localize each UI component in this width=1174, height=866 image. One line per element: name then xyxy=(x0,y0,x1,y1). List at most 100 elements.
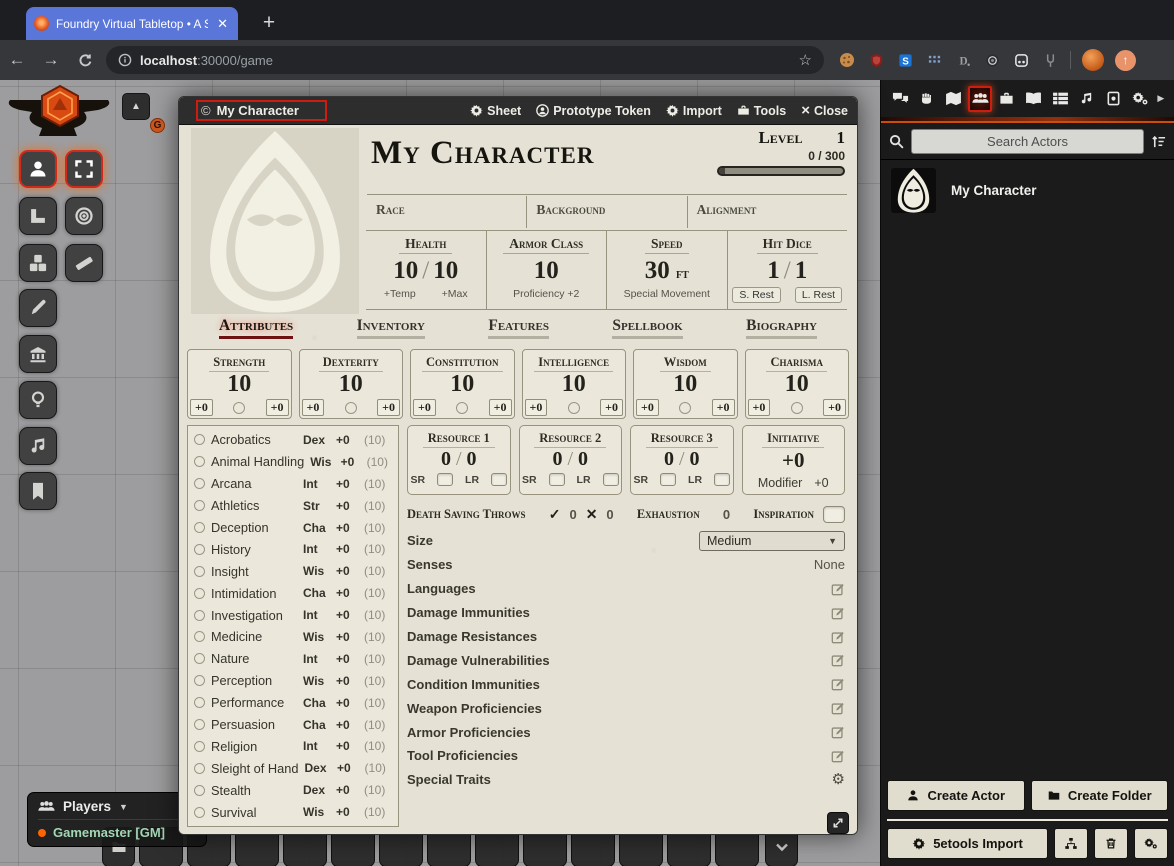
size-select[interactable]: Medium▼ xyxy=(699,531,845,551)
ability-check-mod[interactable]: +0 xyxy=(266,399,289,416)
journal-tab[interactable] xyxy=(1021,86,1045,112)
skill-row[interactable]: Acrobatics Dex +0 (10) xyxy=(194,429,392,451)
skill-name[interactable]: Deception xyxy=(211,520,297,535)
skill-row[interactable]: Perception Wis +0 (10) xyxy=(194,670,392,692)
window-header[interactable]: © My Character Sheet Prototype Token Imp… xyxy=(179,97,857,125)
skill-proficiency-radio[interactable] xyxy=(194,478,205,489)
hp-tempmax-label[interactable]: +Max xyxy=(442,288,468,300)
skill-row[interactable]: Performance Cha +0 (10) xyxy=(194,692,392,714)
ability-score[interactable]: 10 xyxy=(300,372,403,396)
resource-max[interactable]: 0 xyxy=(690,448,700,470)
skill-proficiency-radio[interactable] xyxy=(194,456,205,467)
resource-current[interactable]: 0 xyxy=(441,448,451,470)
skill-row[interactable]: Religion Int +0 (10) xyxy=(194,735,392,757)
ability-save-mod[interactable]: +0 xyxy=(525,399,548,416)
level-value[interactable]: 1 xyxy=(837,128,846,148)
skill-row[interactable]: Sleight of Hand Dex +0 (10) xyxy=(194,757,392,779)
hp-temp-label[interactable]: +Temp xyxy=(384,288,416,300)
actor-name[interactable]: My Character xyxy=(951,183,1037,198)
profile-avatar[interactable] xyxy=(1082,49,1104,71)
select-targets-tool[interactable] xyxy=(65,150,103,188)
special-movement-link[interactable]: Special Movement xyxy=(607,288,727,300)
alignment-field[interactable]: Alignment xyxy=(688,196,847,228)
character-name[interactable]: My Character xyxy=(371,135,594,172)
url-bar[interactable]: localhost:30000/game ☆ xyxy=(106,46,824,74)
resource-current[interactable]: 0 xyxy=(552,448,562,470)
proficiency-radio[interactable] xyxy=(456,402,468,414)
skill-proficiency-radio[interactable] xyxy=(194,697,205,708)
compendium-tab[interactable] xyxy=(1102,86,1126,112)
grid-dots-icon[interactable] xyxy=(925,51,943,69)
5etools-import-button[interactable]: 5etools Import xyxy=(887,828,1048,859)
player-row[interactable]: Gamemaster [GM] xyxy=(38,825,196,840)
skill-name[interactable]: Acrobatics xyxy=(211,432,297,447)
death-successes[interactable]: 0 xyxy=(569,507,576,522)
browser-tab[interactable]: Foundry Virtual Tabletop • A Stan ✕ xyxy=(26,7,238,40)
death-failures[interactable]: 0 xyxy=(606,507,613,522)
health-block[interactable]: Health 10/10 +Temp+Max xyxy=(366,231,487,309)
walls-tool[interactable] xyxy=(19,335,57,373)
skill-proficiency-radio[interactable] xyxy=(194,500,205,511)
lighting-tool[interactable] xyxy=(19,381,57,419)
skill-name[interactable]: Performance xyxy=(211,695,297,710)
nav-collapse-button[interactable]: ▲ xyxy=(122,93,150,120)
skill-name[interactable]: Insight xyxy=(211,564,297,579)
resource-label[interactable]: Resource 1 xyxy=(423,431,495,448)
skill-row[interactable]: Persuasion Cha +0 (10) xyxy=(194,714,392,736)
configure-button[interactable] xyxy=(1134,828,1168,859)
import-button[interactable]: Import xyxy=(666,104,722,118)
sheet-tab[interactable]: Spellbook xyxy=(612,317,682,339)
lr-checkbox[interactable] xyxy=(714,473,730,486)
proficiency-radio[interactable] xyxy=(345,402,357,414)
playlists-tab[interactable] xyxy=(1075,86,1099,112)
ability-check-mod[interactable]: +0 xyxy=(712,399,735,416)
sr-checkbox[interactable] xyxy=(549,473,565,486)
skill-row[interactable]: Animal Handling Wis +0 (10) xyxy=(194,451,392,473)
edit-icon[interactable] xyxy=(831,749,845,763)
hp-current[interactable]: 10 xyxy=(393,257,418,284)
skill-proficiency-radio[interactable] xyxy=(194,763,205,774)
ability-check-mod[interactable]: +0 xyxy=(377,399,400,416)
ability-save-mod[interactable]: +0 xyxy=(413,399,436,416)
ability-score[interactable]: 10 xyxy=(634,372,737,396)
armor-class-block[interactable]: Armor Class 10 Proficiency +2 xyxy=(487,231,608,309)
template-target-tool[interactable] xyxy=(65,197,103,235)
skill-name[interactable]: Animal Handling xyxy=(211,454,304,469)
new-tab-button[interactable]: + xyxy=(256,10,282,36)
d-icon[interactable]: D xyxy=(954,51,972,69)
actor-row[interactable]: My Character xyxy=(891,168,1164,213)
skill-name[interactable]: History xyxy=(211,542,297,557)
proficiency-radio[interactable] xyxy=(679,402,691,414)
update-arrow-icon[interactable]: ↑ xyxy=(1115,50,1136,71)
ublock-shield-icon[interactable] xyxy=(867,51,885,69)
document-id-icon[interactable]: © xyxy=(201,103,211,118)
skill-proficiency-radio[interactable] xyxy=(194,675,205,686)
ability-score[interactable]: 10 xyxy=(746,372,849,396)
sounds-tool[interactable] xyxy=(19,427,57,465)
ability-score[interactable]: 10 xyxy=(411,372,514,396)
skill-proficiency-radio[interactable] xyxy=(194,434,205,445)
ability-score[interactable]: 10 xyxy=(188,372,291,396)
initiative-value[interactable]: +0 xyxy=(743,448,845,472)
ability-save-mod[interactable]: +0 xyxy=(748,399,771,416)
lr-checkbox[interactable] xyxy=(603,473,619,486)
background-field[interactable]: Background xyxy=(527,196,687,228)
proficiency-radio[interactable] xyxy=(791,402,803,414)
skill-proficiency-radio[interactable] xyxy=(194,719,205,730)
skill-name[interactable]: Athletics xyxy=(211,498,297,513)
edit-icon[interactable] xyxy=(831,725,845,739)
race-field[interactable]: Race xyxy=(367,196,527,228)
skill-row[interactable]: Insight Wis +0 (10) xyxy=(194,560,392,582)
s-blue-icon[interactable]: S xyxy=(896,51,914,69)
camera-lens-icon[interactable] xyxy=(983,51,1001,69)
skill-name[interactable]: Sleight of Hand xyxy=(211,761,299,776)
skill-row[interactable]: Athletics Str +0 (10) xyxy=(194,495,392,517)
edit-icon[interactable] xyxy=(831,653,845,667)
prototype-token-button[interactable]: Prototype Token xyxy=(536,104,651,118)
scenes-tab[interactable] xyxy=(941,86,965,112)
hp-max[interactable]: 10 xyxy=(433,257,458,284)
skill-row[interactable]: Stealth Dex +0 (10) xyxy=(194,779,392,801)
proficiency-radio[interactable] xyxy=(233,402,245,414)
ability-check-mod[interactable]: +0 xyxy=(600,399,623,416)
skill-name[interactable]: Intimidation xyxy=(211,586,297,601)
